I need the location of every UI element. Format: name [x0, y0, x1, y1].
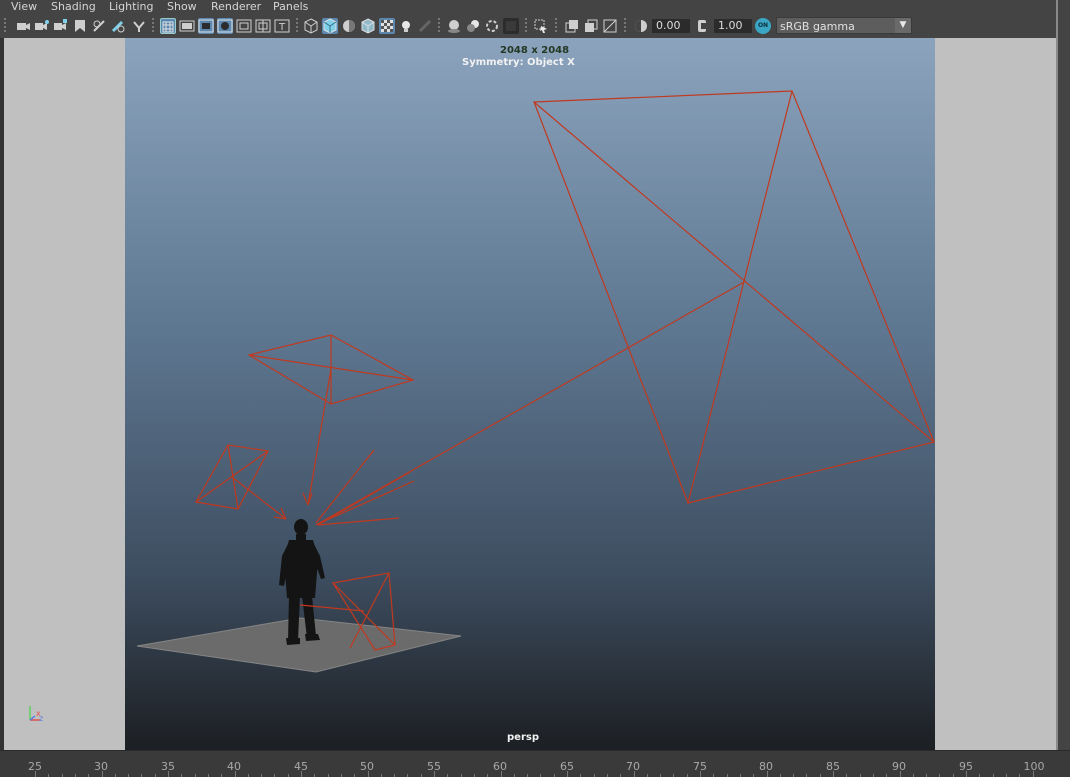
tick-label: 100 — [1023, 760, 1045, 773]
timeline-tick-mark — [966, 771, 967, 777]
timeline-tick-mark — [368, 771, 369, 777]
area-light-large — [315, 90, 935, 526]
timeline-tick-mark — [900, 771, 901, 777]
timeline-tick-mark — [700, 771, 701, 777]
timeline-tick-mark — [634, 771, 635, 777]
tick-label: 90 — [892, 760, 906, 773]
symmetry-readout: Symmetry: Object X — [462, 57, 575, 68]
area-light-top — [247, 334, 415, 506]
area-light-left — [195, 444, 287, 520]
timeline-tick-mark — [501, 771, 502, 777]
timeline-tick-mark — [434, 771, 435, 777]
tick-label: 30 — [94, 760, 108, 773]
resolution-readout: 2048 x 2048 — [500, 45, 570, 56]
timeline-tick-mark — [168, 771, 169, 777]
time-slider[interactable]: 25 30 35 40 45 50 55 60 65 70 75 80 85 9… — [0, 750, 1070, 777]
tick-label: 60 — [493, 760, 507, 773]
timeline-tick-mark — [301, 771, 302, 777]
tick-label: 70 — [626, 760, 640, 773]
camera-name-label: persp — [507, 732, 539, 743]
timeline-tick-mark — [1033, 771, 1034, 777]
timeline-tick-mark — [235, 771, 236, 777]
timeline-tick-mark — [567, 771, 568, 777]
scene-objects — [136, 90, 935, 673]
tick-label: 80 — [759, 760, 773, 773]
tick-label: 40 — [227, 760, 241, 773]
light-direction-lines — [315, 449, 415, 526]
timeline-tick-mark — [767, 771, 768, 777]
ground-plane — [136, 617, 462, 673]
view-axis-icon: x z — [24, 702, 48, 726]
timeline-tick-mark — [833, 771, 834, 777]
timeline-tick-mark — [35, 771, 36, 777]
tick-label: 50 — [360, 760, 374, 773]
axis-z-label: z — [39, 714, 44, 723]
timeline-tick-mark — [102, 771, 103, 777]
